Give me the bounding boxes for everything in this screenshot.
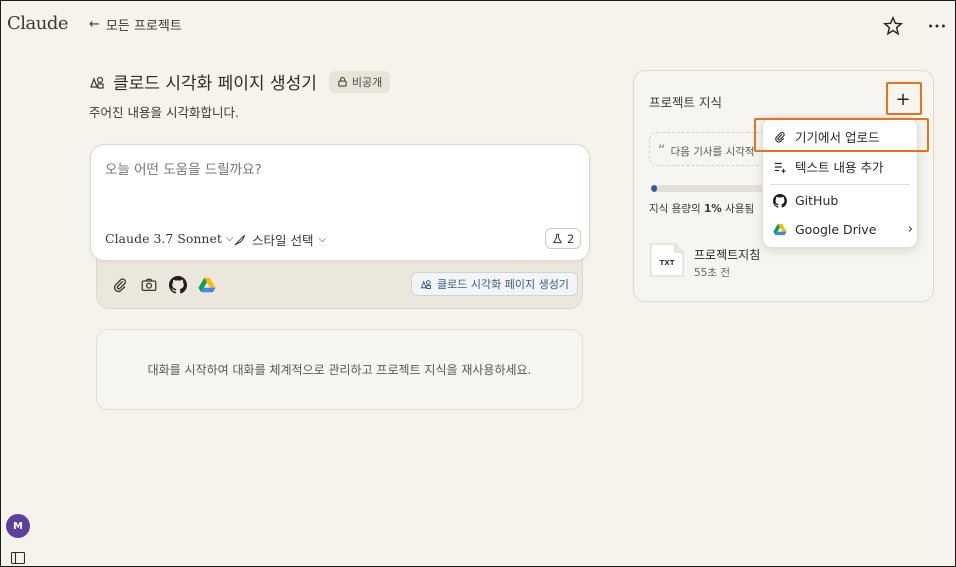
private-badge: 비공개 — [328, 70, 391, 93]
chevron-down-icon: ⌵ — [318, 234, 327, 245]
menu-divider — [770, 184, 910, 185]
txt-file-icon[interactable]: TXT — [649, 242, 685, 278]
project-icon — [420, 280, 431, 289]
knowledge-title: 프로젝트 지식 — [649, 95, 722, 110]
private-badge-label: 비공개 — [351, 75, 383, 89]
menu-item-google-drive[interactable]: Google Drive › — [773, 222, 913, 237]
project-title: 클로드 시각화 페이지 생성기 — [113, 74, 317, 94]
google-drive-icon — [773, 223, 787, 236]
knowledge-capacity-bar — [651, 185, 766, 192]
flask-icon — [552, 233, 563, 244]
flask-count: 2 — [567, 231, 575, 246]
github-icon[interactable] — [169, 276, 187, 294]
chevron-right-icon: › — [907, 222, 913, 237]
sidebar-toggle-icon[interactable] — [11, 552, 25, 564]
knowledge-capacity-fill — [651, 185, 657, 192]
plus-button-highlight — [886, 82, 922, 115]
project-chip[interactable]: 클로드 시각화 페이지 생성기 — [411, 272, 578, 296]
knowledge-file-name[interactable]: 프로젝트지침 — [694, 246, 760, 263]
style-selector[interactable]: 스타일 선택 ⌵ — [233, 230, 326, 249]
github-icon — [773, 193, 787, 208]
composer-input[interactable]: 오늘 어떤 도움을 드릴까요? — [105, 158, 262, 178]
back-link-label: 모든 프로젝트 — [105, 19, 182, 34]
google-drive-icon[interactable] — [198, 276, 216, 294]
upload-item-highlight — [754, 118, 929, 152]
project-title-row: 클로드 시각화 페이지 생성기 비공개 — [89, 69, 391, 94]
lock-icon — [338, 76, 347, 87]
menu-item-github[interactable]: GitHub — [773, 193, 913, 208]
avatar[interactable]: M — [6, 514, 30, 538]
quote-icon: “ — [658, 143, 666, 159]
capacity-suffix: 사용됨 — [721, 203, 755, 215]
menu-item-add-text-content[interactable]: 텍스트 내용 추가 — [773, 157, 913, 176]
back-to-projects-link[interactable]: ← 모든 프로젝트 — [89, 15, 182, 34]
quill-icon — [234, 233, 246, 246]
empty-state-text: 대화를 시작하여 대화를 체계적으로 관리하고 프로젝트 지식을 재사용하세요. — [147, 363, 532, 377]
camera-icon[interactable] — [140, 276, 158, 294]
model-selector[interactable]: Claude 3.7 Sonnet ⌵ — [105, 231, 234, 246]
style-selector-label: 스타일 선택 — [252, 233, 314, 248]
project-icon — [90, 76, 104, 89]
file-type-label: TXT — [660, 259, 675, 267]
empty-conversations-message: 대화를 시작하여 대화를 체계적으로 관리하고 프로젝트 지식을 재사용하세요. — [96, 329, 583, 410]
claude-logo[interactable]: Claude — [7, 13, 69, 34]
capacity-prefix: 지식 용량의 — [649, 203, 704, 215]
knowledge-file-time: 55초 전 — [694, 267, 731, 279]
menu-item-label: Google Drive — [795, 222, 877, 237]
knowledge-capacity-text: 지식 용량의 1% 사용됨 — [649, 201, 754, 216]
menu-item-label: 텍스트 내용 추가 — [795, 160, 884, 175]
text-add-icon — [774, 162, 786, 173]
more-options-icon[interactable] — [926, 15, 948, 37]
project-description: 주어진 내용을 시각화합니다. — [89, 105, 239, 120]
quote-text: 다음 기사를 시각적 — [670, 146, 755, 158]
star-icon[interactable] — [882, 15, 904, 37]
extended-thinking-button[interactable]: 2 — [545, 228, 582, 249]
paperclip-icon[interactable] — [111, 276, 129, 294]
arrow-left-icon: ← — [89, 17, 100, 32]
instructions-quote-box[interactable]: “ 다음 기사를 시각적 — [649, 132, 769, 166]
capacity-value: 1% — [703, 203, 722, 215]
model-selector-label: Claude 3.7 Sonnet — [105, 231, 222, 246]
project-chip-label: 클로드 시각화 페이지 생성기 — [437, 278, 569, 291]
menu-item-label: GitHub — [795, 193, 839, 208]
